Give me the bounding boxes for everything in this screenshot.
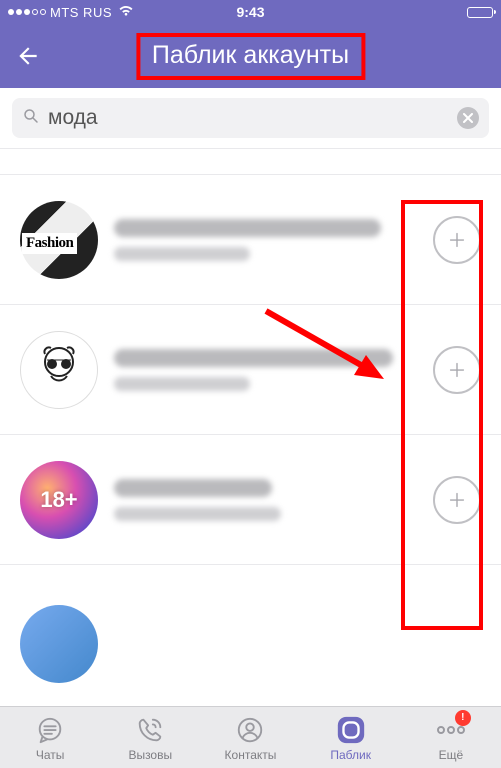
tab-contacts[interactable]: Контакты bbox=[205, 714, 295, 762]
tab-bar: Чаты Вызовы Контакты Паблик ! Ещё bbox=[0, 706, 501, 768]
more-icon: ! bbox=[435, 714, 467, 746]
avatar: Fashion bbox=[20, 201, 98, 279]
wifi-icon bbox=[118, 5, 134, 20]
clear-search-button[interactable] bbox=[457, 107, 479, 129]
list-item[interactable]: Нетипичная | совет... Развлечения bbox=[0, 305, 501, 435]
avatar bbox=[20, 331, 98, 409]
status-bar: MTS RUS 9:43 bbox=[0, 0, 501, 24]
battery-icon bbox=[467, 7, 493, 18]
tab-label: Контакты bbox=[225, 748, 277, 762]
search-input[interactable] bbox=[48, 106, 449, 130]
header: Паблик аккаунты bbox=[0, 24, 501, 88]
list-item[interactable]: 18+ Стиль и мода Местный бизнес bbox=[0, 435, 501, 565]
clock-time: 9:43 bbox=[236, 4, 264, 20]
chat-icon bbox=[34, 714, 66, 746]
tab-public[interactable]: Паблик bbox=[306, 714, 396, 762]
avatar-text: Fashion bbox=[22, 233, 77, 254]
tab-label: Вызовы bbox=[128, 748, 172, 762]
avatar bbox=[20, 605, 98, 683]
add-button[interactable] bbox=[433, 346, 481, 394]
back-button[interactable] bbox=[8, 36, 48, 76]
tab-label: Ещё bbox=[439, 748, 464, 762]
add-button[interactable] bbox=[433, 216, 481, 264]
avatar: 18+ bbox=[20, 461, 98, 539]
tab-label: Чаты bbox=[36, 748, 65, 762]
tab-more[interactable]: ! Ещё bbox=[406, 714, 496, 762]
item-subtitle: Развлечения bbox=[114, 377, 250, 391]
tab-chats[interactable]: Чаты bbox=[5, 714, 95, 762]
search-bar bbox=[0, 88, 501, 149]
notification-badge: ! bbox=[455, 710, 471, 726]
search-icon bbox=[22, 107, 40, 130]
item-title: Fashion — мода и ст... bbox=[114, 219, 381, 237]
item-title: Стиль и мода bbox=[114, 479, 272, 497]
item-subtitle: Местный бизнес bbox=[114, 507, 281, 521]
annotation-title-highlight: Паблик аккаунты bbox=[136, 33, 365, 80]
item-title: Нетипичная | совет... bbox=[114, 349, 393, 367]
results-list[interactable]: Fashion Fashion — мода и ст... Организац… bbox=[0, 149, 501, 703]
carrier-label: MTS RUS bbox=[50, 5, 112, 20]
contact-icon bbox=[234, 714, 266, 746]
phone-icon bbox=[134, 714, 166, 746]
page-title: Паблик аккаунты bbox=[152, 41, 349, 70]
tab-label: Паблик bbox=[330, 748, 371, 762]
list-item[interactable]: Fashion Fashion — мода и ст... Организац… bbox=[0, 175, 501, 305]
tab-calls[interactable]: Вызовы bbox=[105, 714, 195, 762]
public-icon bbox=[335, 714, 367, 746]
signal-dots-icon bbox=[8, 9, 46, 15]
list-item[interactable] bbox=[0, 565, 501, 643]
avatar-text: 18+ bbox=[40, 487, 77, 513]
add-button[interactable] bbox=[433, 476, 481, 524]
item-subtitle: Организация bbox=[114, 247, 250, 261]
